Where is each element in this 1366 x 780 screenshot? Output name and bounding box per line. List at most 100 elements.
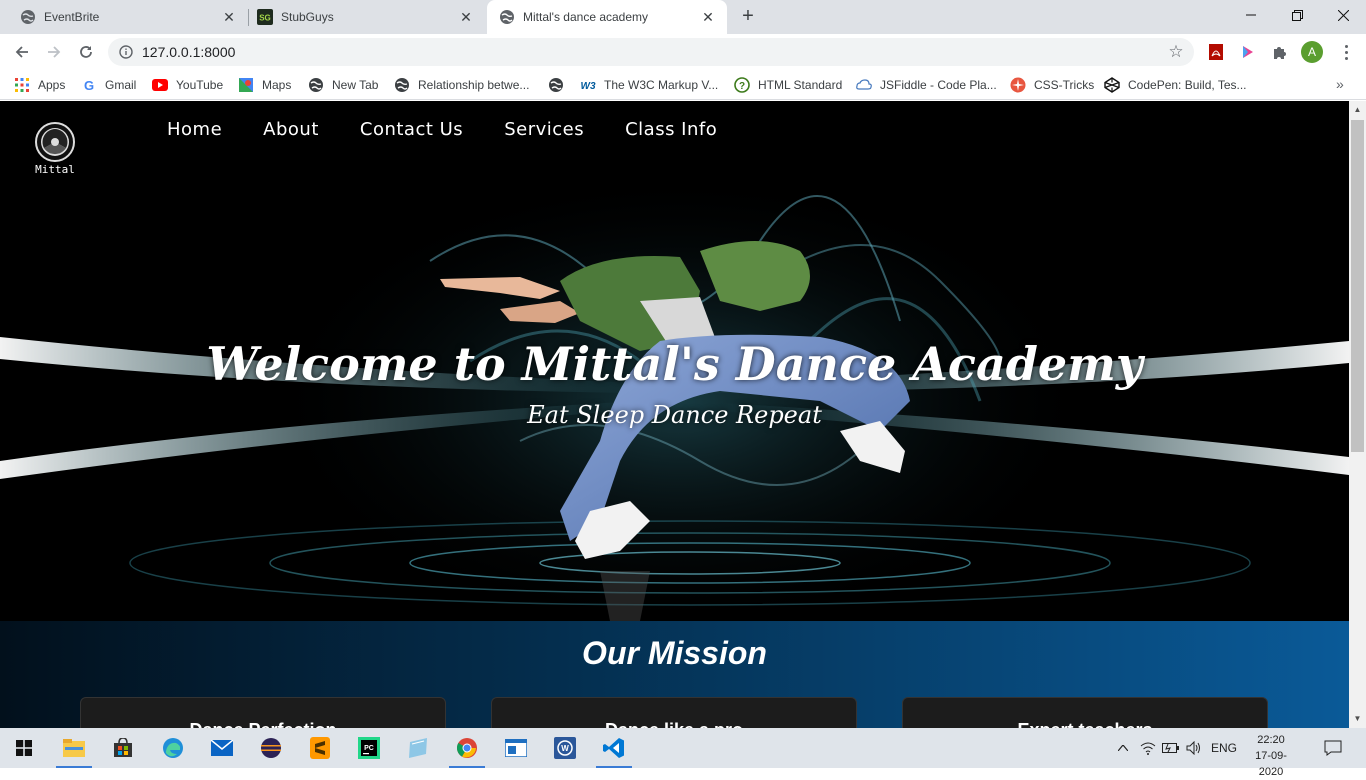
bookmark-label: JSFiddle - Code Pla...	[880, 78, 997, 92]
restore-button[interactable]	[1274, 0, 1320, 30]
youtube-icon	[152, 77, 168, 93]
system-clock[interactable]: 22:20 17-09-2020	[1246, 732, 1296, 780]
bookmark-maps[interactable]: Maps	[238, 76, 291, 94]
microsoft-store-icon[interactable]	[103, 732, 143, 764]
browser-menu-icon[interactable]	[1336, 40, 1356, 64]
nav-about[interactable]: About	[263, 119, 319, 140]
bookmark-label: Apps	[38, 78, 66, 92]
jsfiddle-icon	[856, 77, 872, 93]
w3c-icon: W3	[580, 77, 596, 93]
hero-title: Welcome to Mittal's Dance Academy	[206, 337, 1143, 391]
globe-icon	[548, 77, 564, 93]
bookmark-globe[interactable]	[548, 76, 572, 94]
mail-icon[interactable]	[202, 732, 242, 764]
nav-contact-us[interactable]: Contact Us	[360, 119, 463, 140]
chrome-icon[interactable]	[447, 732, 487, 768]
bookmark-gmail[interactable]: G Gmail	[81, 76, 136, 94]
profile-avatar[interactable]: A	[1301, 41, 1323, 63]
scrollbar-thumb[interactable]	[1351, 120, 1364, 452]
clock-date: 17-09-2020	[1255, 750, 1287, 778]
mission-card: Dance like a pro	[491, 697, 857, 728]
mission-section: Our Mission Dance Perfection Dance like …	[0, 621, 1349, 728]
bookmark-apps[interactable]: Apps	[14, 76, 65, 94]
bookmark-label: Maps	[262, 78, 292, 92]
nav-home[interactable]: Home	[167, 119, 222, 140]
svg-text:W: W	[561, 744, 569, 753]
eclipse-icon[interactable]	[251, 732, 291, 764]
sublime-text-icon[interactable]	[300, 732, 340, 764]
browser-toolbar: 127.0.0.1:8000 ☆ A	[0, 34, 1366, 70]
bookmark-label: The W3C Markup V...	[604, 78, 719, 92]
reload-icon[interactable]	[73, 39, 99, 65]
info-icon[interactable]	[118, 44, 134, 60]
scroll-up-icon[interactable]: ▲	[1353, 105, 1362, 114]
scroll-down-icon[interactable]: ▼	[1353, 714, 1362, 723]
bookmark-label: HTML Standard	[758, 78, 843, 92]
minimize-button[interactable]	[1228, 0, 1274, 30]
tab-title: EventBrite	[44, 10, 100, 24]
mission-card-title: Dance Perfection	[81, 720, 445, 728]
page-scrollbar[interactable]: ▲ ▼	[1349, 101, 1366, 728]
bookmarks-bar: Apps G Gmail YouTube Maps New Tab Relati…	[0, 70, 1366, 100]
bookmark-youtube[interactable]: YouTube	[152, 76, 223, 94]
show-hidden-icons[interactable]	[1114, 738, 1132, 758]
windows-start-icon[interactable]	[4, 732, 44, 764]
file-explorer-icon[interactable]	[54, 732, 94, 768]
address-bar[interactable]: 127.0.0.1:8000 ☆	[108, 38, 1194, 66]
vscode-icon[interactable]	[594, 732, 634, 768]
logo-icon[interactable]	[34, 121, 76, 163]
svg-text:W3: W3	[581, 81, 596, 91]
globe-icon	[499, 9, 515, 25]
color-extension-icon[interactable]	[1238, 42, 1258, 62]
edge-browser-icon[interactable]	[153, 732, 193, 764]
pycharm-icon[interactable]: PC	[349, 732, 389, 764]
tab-mittal-dance[interactable]: Mittal's dance academy ✕	[487, 0, 727, 34]
bookmark-relationship[interactable]: Relationship betwe...	[394, 76, 529, 94]
hero-subtitle: Eat Sleep Dance Repeat	[527, 401, 822, 429]
site-navbar: Mittal Home About Contact Us Services Cl…	[0, 101, 1349, 181]
bookmark-html-standard[interactable]: ? HTML Standard	[734, 76, 842, 94]
bookmark-jsfiddle[interactable]: JSFiddle - Code Pla...	[856, 76, 997, 94]
tab-title: Mittal's dance academy	[523, 10, 649, 24]
bookmark-codepen[interactable]: CodePen: Build, Tes...	[1104, 76, 1247, 94]
tab-strip: EventBrite ✕ SG StubGuys ✕ Mittal's danc…	[0, 0, 1366, 34]
svg-text:?: ?	[739, 81, 745, 92]
notes-app-icon[interactable]	[398, 732, 438, 764]
bookmark-label: CodePen: Build, Tes...	[1128, 78, 1247, 92]
new-tab-button[interactable]: +	[738, 6, 758, 26]
google-icon: G	[81, 77, 97, 93]
bookmark-w3c[interactable]: W3 The W3C Markup V...	[580, 76, 719, 94]
volume-icon[interactable]	[1184, 738, 1204, 758]
bookmark-css-tricks[interactable]: CSS-Tricks	[1010, 76, 1094, 94]
csstricks-icon	[1010, 77, 1026, 93]
close-window-button[interactable]	[1320, 0, 1366, 30]
word-app-icon[interactable]: W	[545, 732, 585, 764]
back-arrow-icon[interactable]	[9, 39, 35, 65]
extensions-puzzle-icon[interactable]	[1270, 42, 1290, 62]
bookmark-new-tab[interactable]: New Tab	[308, 76, 378, 94]
whatwg-icon: ?	[734, 77, 750, 93]
globe-icon	[394, 77, 410, 93]
close-tab-icon[interactable]: ✕	[220, 8, 238, 26]
clock-time: 22:20	[1257, 734, 1285, 746]
mission-card: Dance Perfection	[80, 697, 446, 728]
nav-services[interactable]: Services	[504, 119, 584, 140]
tab-stubguys[interactable]: SG StubGuys ✕	[237, 0, 485, 34]
nav-class-info[interactable]: Class Info	[625, 119, 717, 140]
language-indicator[interactable]: ENG	[1208, 738, 1240, 758]
notifications-icon[interactable]	[1322, 738, 1344, 758]
pdf-extension-icon[interactable]	[1206, 42, 1226, 62]
svg-text:PC: PC	[364, 745, 374, 752]
bookmark-star-icon[interactable]: ☆	[1166, 42, 1186, 62]
bookmark-label: CSS-Tricks	[1034, 78, 1095, 92]
tab-eventbrite[interactable]: EventBrite ✕	[0, 0, 248, 34]
close-tab-icon[interactable]: ✕	[457, 8, 475, 26]
nav-links: Home About Contact Us Services Class Inf…	[167, 119, 717, 140]
battery-icon[interactable]	[1161, 738, 1181, 758]
codepen-icon	[1104, 77, 1120, 93]
more-bookmarks-icon[interactable]: »	[1336, 76, 1344, 92]
forward-arrow-icon[interactable]	[41, 39, 67, 65]
close-tab-icon[interactable]: ✕	[699, 8, 717, 26]
wifi-icon[interactable]	[1138, 738, 1158, 758]
window-app-icon[interactable]	[496, 732, 536, 764]
